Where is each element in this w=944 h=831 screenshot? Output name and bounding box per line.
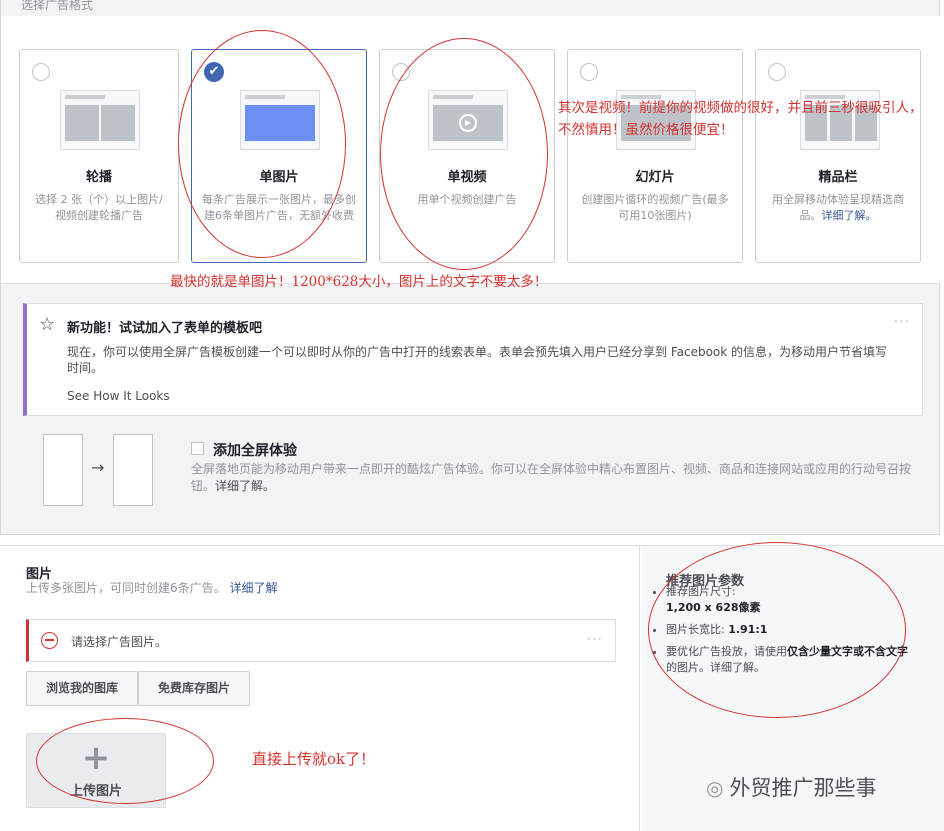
fullscreen-title: 添加全屏体验	[213, 443, 297, 459]
learn-more-link[interactable]: 详细了解。	[215, 479, 275, 493]
error-text: 请选择广告图片。	[71, 635, 168, 649]
radio-carousel[interactable]	[32, 63, 50, 81]
fullscreen-checkbox[interactable]	[191, 442, 204, 455]
format-title: 精品栏	[818, 170, 858, 185]
arrow-icon: →	[91, 458, 105, 477]
highlight-ellipse	[36, 718, 214, 804]
highlight-ellipse	[648, 542, 906, 718]
new-feature-notice: ☆ 新功能！试试加入了表单的模板吧 现在，你可以使用全屏广告模板创建一个可以即时…	[23, 303, 923, 416]
notice-body: 现在，你可以使用全屏广告模板创建一个可以即时从你的广告中打开的线索表单。表单会预…	[67, 345, 888, 375]
learn-more-link[interactable]: 详细了解。	[822, 209, 877, 222]
star-icon: ☆	[39, 314, 56, 335]
stock-images-button[interactable]: 免费库存图片	[138, 671, 250, 706]
fullscreen-desc: 全屏落地页能为移动用户带来一点即开的酷炫广告体验。你可以在全屏体验中精心布置图片…	[191, 462, 912, 493]
learn-more-link[interactable]: 详细了解	[229, 581, 277, 595]
see-how-it-looks-link[interactable]: See How It Looks	[67, 389, 170, 403]
browse-library-button[interactable]: 浏览我的图库	[26, 671, 138, 706]
highlight-ellipse	[380, 38, 548, 270]
video-annotation: 其次是视频！前提你的视频做的很好，并且前三秒很吸引人，不然慎用！虽然价格很便宜！	[558, 100, 923, 138]
images-subtitle: 上传多张图片，可同时创建6条广告。 详细了解	[26, 581, 278, 595]
highlight-ellipse	[178, 30, 346, 258]
format-desc: 创建图片循环的视频广告(最多可用10张图片)	[581, 193, 729, 222]
more-options-icon[interactable]: ···	[894, 314, 910, 330]
format-desc: 用全屏移动体验呈现精选商品。详细了解。	[772, 193, 904, 222]
fullscreen-experience: → 添加全屏体验 全屏落地页能为移动用户带来一点即开的酷炫广告体验。你可以在全屏…	[41, 430, 921, 510]
format-title: 幻灯片	[635, 170, 675, 185]
error-icon	[41, 632, 58, 649]
section-header: 选择广告格式	[21, 0, 94, 12]
format-card-carousel[interactable]: 轮播 选择 2 张（个）以上图片/视频创建轮播广告	[19, 49, 179, 263]
radio-collection[interactable]	[768, 63, 786, 81]
format-card-slideshow[interactable]: 幻灯片 创建图片循环的视频广告(最多可用10张图片)	[567, 49, 743, 263]
more-options-icon[interactable]: ···	[587, 632, 603, 648]
phone-icon	[43, 434, 83, 506]
format-card-collection[interactable]: 精品栏 用全屏移动体验呈现精选商品。详细了解。	[755, 49, 921, 263]
watermark: ◎ 外贸推广那些事	[706, 776, 877, 800]
image-annotation: 最快的就是单图片！1200*628大小，图片上的文字不要太多！	[170, 274, 548, 290]
format-desc: 选择 2 张（个）以上图片/视频创建轮播广告	[35, 193, 163, 222]
upload-annotation: 直接上传就ok了！	[252, 750, 376, 768]
wechat-icon: ◎	[706, 776, 724, 800]
notice-title: 新功能！试试加入了表单的模板吧	[67, 321, 263, 336]
phone-fullscreen-icon	[113, 434, 153, 506]
radio-slideshow[interactable]	[580, 63, 598, 81]
error-message: 请选择广告图片。 ···	[26, 619, 616, 662]
format-title: 轮播	[85, 170, 112, 185]
carousel-icon	[60, 90, 140, 150]
